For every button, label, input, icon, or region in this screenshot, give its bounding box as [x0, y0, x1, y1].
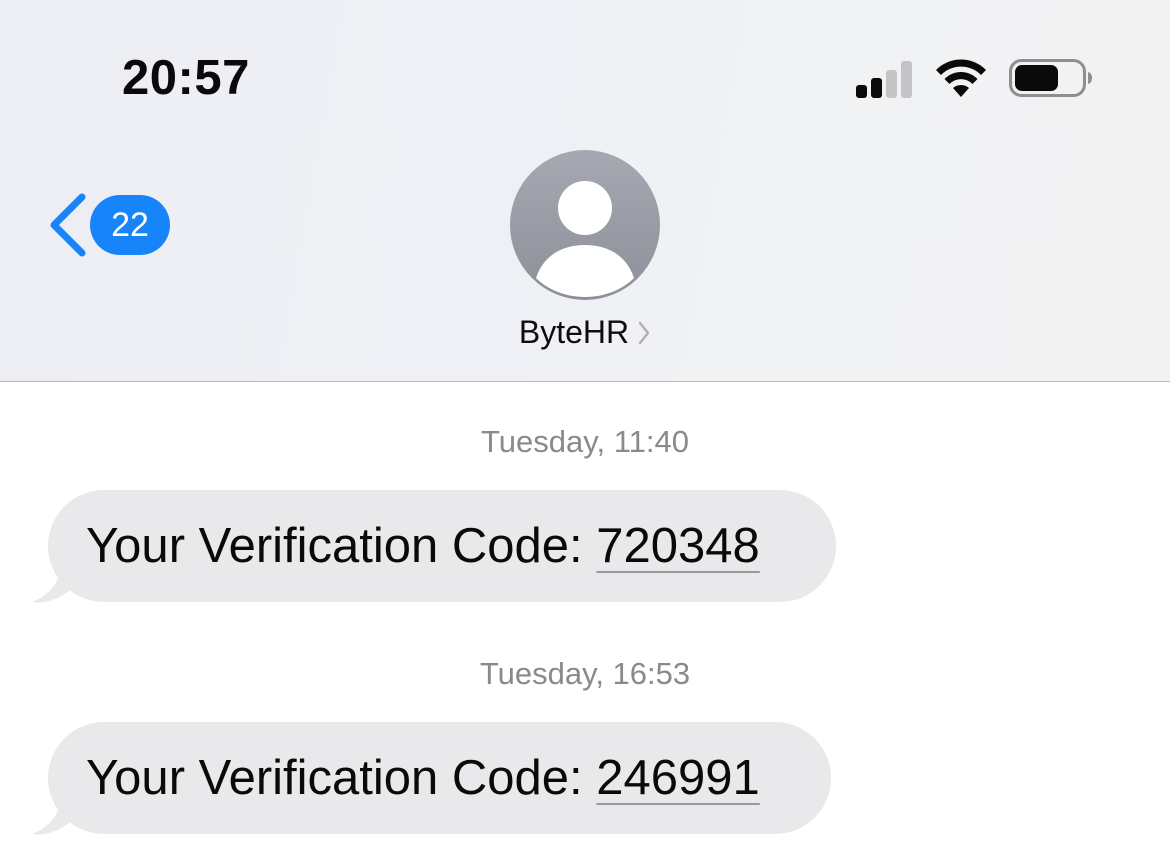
message-text: Your Verification Code:	[86, 519, 597, 573]
message-bubble[interactable]: Your Verification Code: 246991	[48, 722, 831, 834]
status-time: 20:57	[122, 51, 250, 105]
verification-code-link[interactable]: 720348	[596, 519, 760, 573]
cellular-signal-icon	[856, 58, 916, 98]
message-text: Your Verification Code:	[86, 751, 597, 805]
signal-bar-4	[901, 61, 912, 98]
contact-avatar[interactable]	[510, 150, 660, 300]
signal-bar-1	[856, 85, 867, 98]
chevron-left-icon[interactable]	[46, 192, 90, 258]
message-timestamp: Tuesday, 16:53	[479, 656, 691, 691]
contact-name: ByteHR	[518, 314, 630, 350]
message-bubble[interactable]: Your Verification Code: 720348	[48, 490, 836, 602]
unread-count-badge[interactable]: 22	[90, 195, 170, 255]
battery-icon	[1009, 59, 1092, 97]
chevron-right-icon	[638, 321, 650, 344]
conversation-header: 20:57 22 ByteHR	[0, 0, 1170, 382]
verification-code-link[interactable]: 246991	[596, 751, 760, 805]
contact-name-button[interactable]: ByteHR	[0, 314, 1170, 351]
signal-bar-3	[886, 70, 897, 98]
person-silhouette-icon	[536, 181, 634, 297]
messages-screen: 20:57 22 ByteHR Tuesday, 11:40 Your Veri…	[0, 0, 1170, 848]
wifi-icon	[936, 59, 986, 97]
signal-bar-2	[871, 78, 882, 98]
message-timestamp: Tuesday, 11:40	[481, 424, 689, 459]
